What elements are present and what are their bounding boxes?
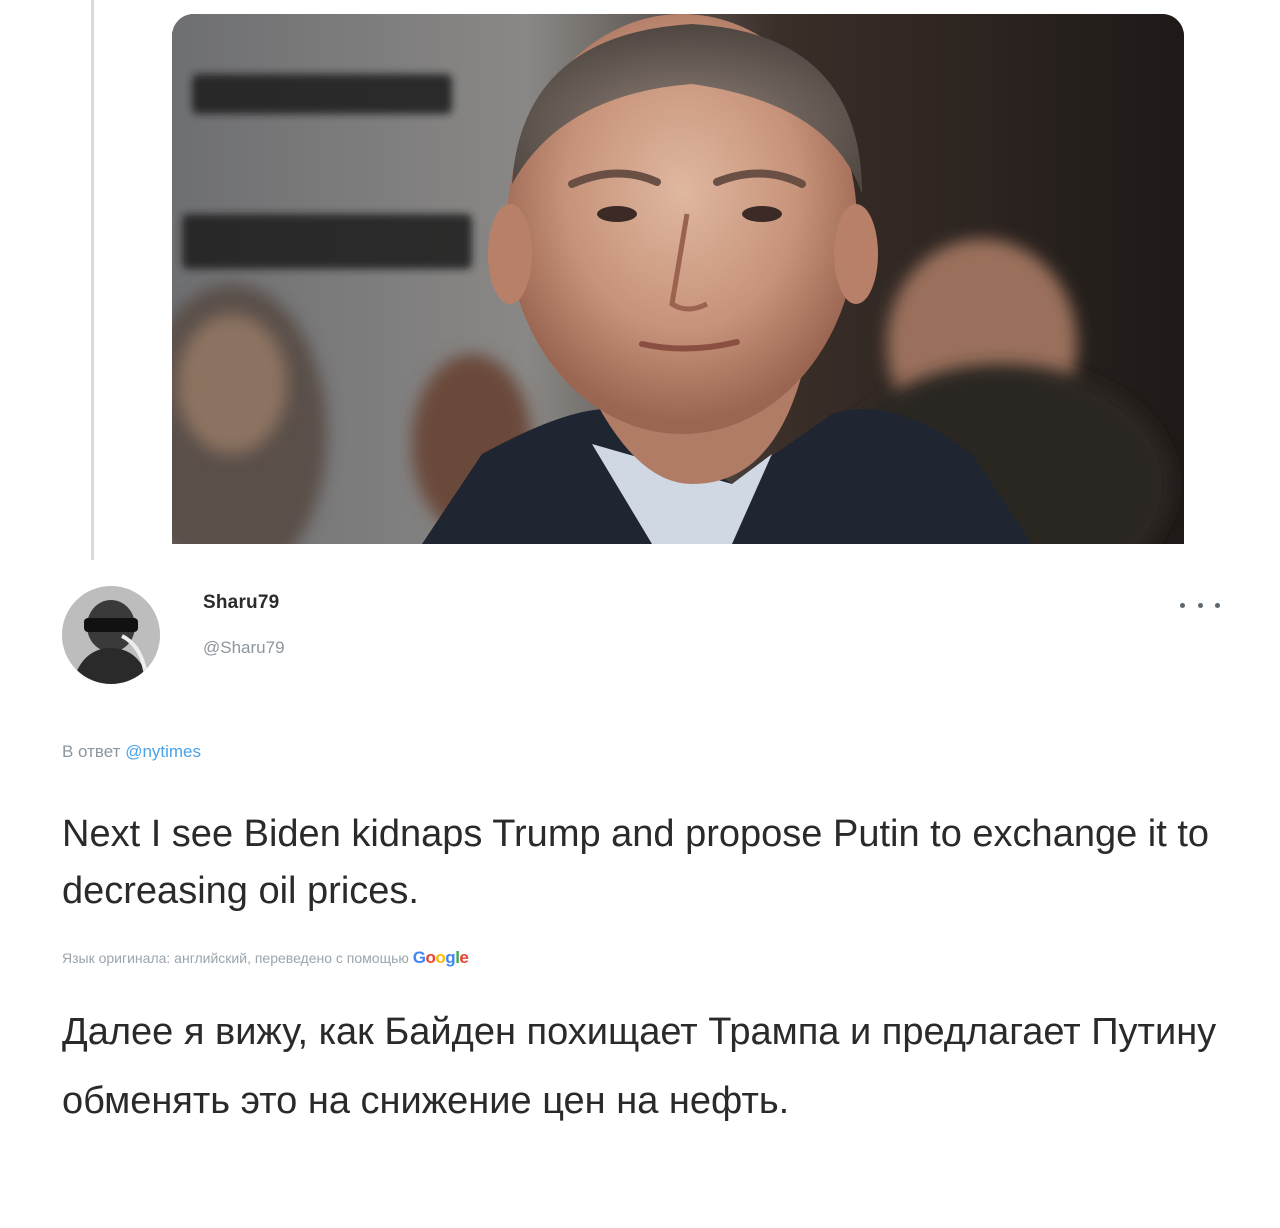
dot xyxy=(1180,602,1185,608)
google-logo: Google xyxy=(412,948,469,967)
author-handle[interactable]: @Sharu79 xyxy=(203,638,285,658)
author-display-name[interactable]: Sharu79 xyxy=(203,592,279,614)
translation-note-text: Язык оригинала: английский, переведено с… xyxy=(62,950,409,966)
user-avatar-icon xyxy=(62,586,160,684)
reply-to-prefix: В ответ xyxy=(62,742,121,761)
thread-connector-line xyxy=(91,0,94,560)
photo-illustration xyxy=(172,14,1184,544)
author-avatar[interactable] xyxy=(62,586,160,684)
tweet-body-text: Next I see Biden kidnaps Trump and propo… xyxy=(62,813,1210,912)
reply-to-line: В ответ @nytimes xyxy=(62,742,201,762)
dot xyxy=(1197,602,1203,608)
more-horizontal-icon[interactable] xyxy=(1180,598,1220,612)
reply-to-mention-link[interactable]: @nytimes xyxy=(125,742,201,761)
attached-photo[interactable] xyxy=(172,14,1184,544)
translated-body-text: Далее я вижу, как Байден похищает Трампа… xyxy=(62,1011,1217,1122)
translation-note: Язык оригинала: английский, переведено с… xyxy=(62,948,469,968)
tweet-reply-view: Sharu79 @Sharu79 В ответ @nytimes Next I… xyxy=(0,0,1280,1228)
dot xyxy=(1215,602,1220,608)
